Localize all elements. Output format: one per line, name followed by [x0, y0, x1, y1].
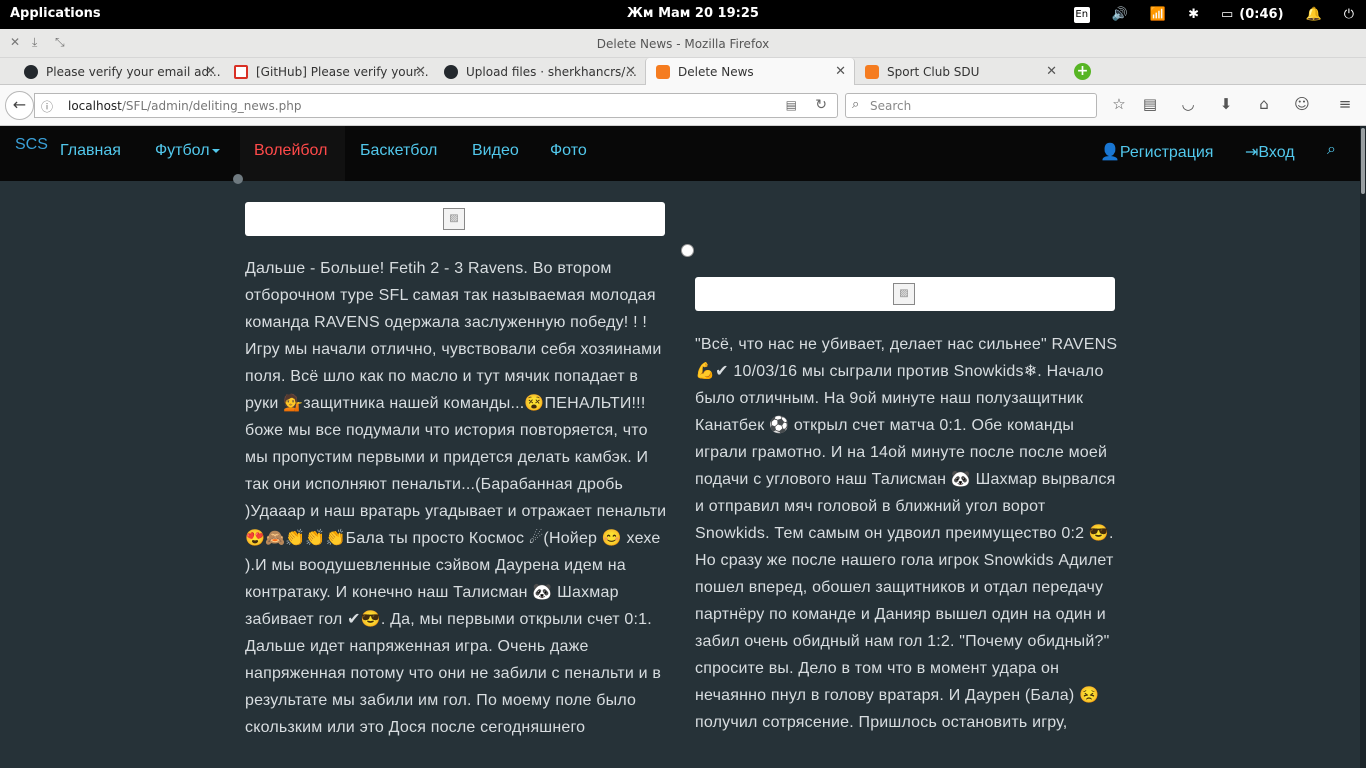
nav-football[interactable]: Футбол: [155, 142, 220, 160]
home-icon[interactable]: ⌂: [1253, 95, 1275, 113]
tab-github-verify[interactable]: [GitHub] Please verify your... ✕: [210, 58, 434, 85]
news-select-radio[interactable]: [681, 244, 694, 257]
browser-navbar: ← ⓘ localhost/SFL/admin/deliting_news.ph…: [0, 85, 1366, 126]
chevron-down-icon: [211, 148, 220, 153]
login-icon: ⇥: [1245, 144, 1259, 161]
site-navbar: SCS Главная Футбол Волейбол Баскетбол Ви…: [0, 126, 1360, 181]
gmail-icon: [234, 64, 248, 79]
search-icon[interactable]: ⌕: [1327, 141, 1336, 159]
nav-volleyball[interactable]: Волейбол: [254, 142, 327, 160]
system-tray: En 🔊 📶 ✱ ▭ (0:46) 🔔 ⏻: [1073, 0, 1366, 29]
window-titlebar: ✕ ⤓ ⤡ Delete News - Mozilla Firefox: [0, 29, 1366, 58]
bookmarks-list-icon[interactable]: ▤: [1139, 95, 1161, 113]
back-arrow-icon[interactable]: ←: [5, 91, 34, 120]
bookmark-star-icon[interactable]: ☆: [1108, 95, 1130, 113]
github-icon: [24, 64, 38, 79]
news-text-1: Дальше - Больше! Fetih 2 - 3 Ravens. Во …: [245, 260, 667, 736]
page-scrollbar[interactable]: [1360, 126, 1366, 768]
applications-menu[interactable]: Applications: [10, 6, 101, 21]
info-icon[interactable]: ⓘ: [41, 98, 53, 115]
news-text-2: "Всё, что нас не убивает, делает нас сил…: [695, 336, 1118, 731]
reader-view-icon[interactable]: ▤: [786, 98, 797, 112]
close-tab-icon[interactable]: ✕: [625, 64, 636, 79]
keyboard-layout-indicator[interactable]: En: [1073, 6, 1090, 23]
hamburger-menu-icon[interactable]: ≡: [1334, 95, 1356, 113]
power-icon[interactable]: ⏻: [1344, 7, 1354, 22]
hello-chat-icon[interactable]: ☺: [1291, 95, 1313, 113]
reload-icon[interactable]: ↻: [815, 97, 827, 113]
broken-image-icon: ▨: [893, 283, 915, 305]
volume-icon[interactable]: 🔊: [1112, 7, 1128, 22]
battery-icon: ▭: [1221, 7, 1234, 22]
search-placeholder: Search: [870, 99, 912, 113]
notification-bell-icon[interactable]: 🔔: [1306, 7, 1322, 22]
close-tab-icon[interactable]: ✕: [1046, 64, 1057, 79]
bluetooth-icon[interactable]: ✱: [1188, 7, 1199, 22]
downloads-icon[interactable]: ⬇: [1215, 95, 1237, 113]
broken-image-icon: ▨: [443, 208, 465, 230]
tab-label: Delete News: [678, 65, 754, 79]
nav-login-label: Вход: [1258, 144, 1295, 161]
url-text[interactable]: localhost/SFL/admin/deliting_news.php: [68, 99, 301, 113]
tab-label: Upload files · sherkhancrs/...: [466, 64, 637, 79]
battery-time: (0:46): [1239, 7, 1284, 22]
nav-home[interactable]: Главная: [60, 142, 121, 160]
site-brand[interactable]: SCS: [15, 136, 48, 154]
wifi-icon[interactable]: 📶: [1150, 7, 1166, 22]
nav-video[interactable]: Видео: [472, 142, 519, 160]
pocket-icon[interactable]: ◡: [1177, 95, 1199, 113]
tab-label: Please verify your email ad...: [46, 64, 221, 79]
tab-upload-files[interactable]: Upload files · sherkhancrs/... ✕: [420, 58, 644, 85]
news-image-2: ▨: [695, 277, 1115, 311]
partial-radio-button[interactable]: [233, 174, 243, 184]
tab-strip: Please verify your email ad... ✕ [GitHub…: [0, 58, 1366, 86]
tab-sport-club-sdu[interactable]: Sport Club SDU ✕: [855, 58, 1065, 85]
clock[interactable]: Жм Мам 20 19:25: [627, 6, 759, 21]
nav-basketball[interactable]: Баскетбол: [360, 142, 437, 160]
close-tab-icon[interactable]: ✕: [835, 64, 846, 79]
battery-indicator[interactable]: ▭ (0:46): [1221, 7, 1284, 22]
url-path: /SFL/admin/deliting_news.php: [121, 99, 302, 113]
news-image-1: ▨: [245, 202, 665, 236]
nav-photo[interactable]: Фото: [550, 142, 587, 160]
nav-register-label: Регистрация: [1119, 144, 1214, 161]
nav-login[interactable]: ⇥Вход: [1245, 142, 1295, 162]
user-icon: 👤: [1100, 144, 1120, 161]
new-tab-plus-icon[interactable]: +: [1074, 63, 1091, 80]
tab-delete-news[interactable]: Delete News ✕: [645, 58, 855, 86]
nav-football-label: Футбол: [155, 142, 210, 159]
scrollbar-thumb[interactable]: [1361, 128, 1365, 194]
xampp-icon: [656, 65, 670, 79]
github-icon: [444, 64, 458, 79]
url-host: localhost: [68, 99, 122, 113]
search-icon: ⌕: [852, 97, 860, 112]
tab-verify-email[interactable]: Please verify your email ad... ✕: [0, 58, 224, 85]
url-bar[interactable]: ⓘ localhost/SFL/admin/deliting_news.php …: [34, 93, 838, 118]
search-box[interactable]: ⌕ Search: [845, 93, 1097, 118]
nav-register[interactable]: 👤Регистрация: [1100, 142, 1213, 162]
xampp-icon: [865, 64, 879, 79]
system-top-bar: Applications Жм Мам 20 19:25 En 🔊 📶 ✱ ▭ (…: [0, 0, 1366, 29]
tab-label: [GitHub] Please verify your...: [256, 64, 429, 79]
tab-label: Sport Club SDU: [887, 64, 980, 79]
window-title: Delete News - Mozilla Firefox: [596, 37, 770, 51]
